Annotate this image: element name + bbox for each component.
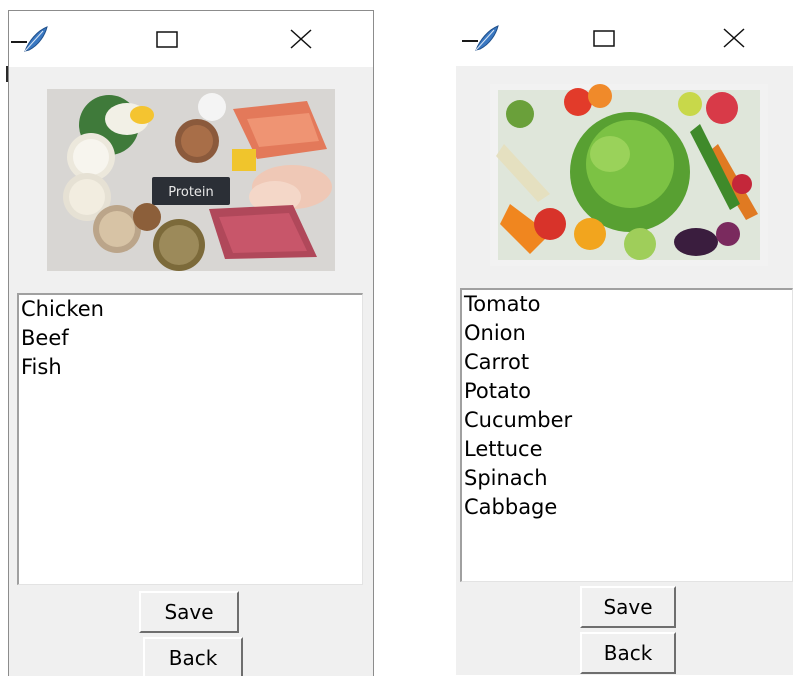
vegetables-listbox[interactable]: Tomato Onion Carrot Potato Cucumber Lett… <box>460 288 793 582</box>
list-item[interactable]: Tomato <box>462 290 792 319</box>
svg-text:Protein: Protein <box>168 185 214 200</box>
list-item[interactable]: Potato <box>462 377 792 406</box>
close-icon[interactable] <box>718 24 750 52</box>
feather-icon <box>462 25 499 51</box>
title-bar[interactable] <box>456 10 793 66</box>
save-button[interactable]: Save <box>139 591 239 633</box>
list-item[interactable]: Spinach <box>462 464 792 493</box>
list-item[interactable]: Fish <box>19 353 362 382</box>
list-item[interactable]: Cabbage <box>462 493 792 522</box>
protein-window: Protein Chicken Beef Fish Save Back <box>8 10 374 676</box>
vegetables-image <box>490 84 768 266</box>
close-icon[interactable] <box>285 25 317 53</box>
list-item[interactable]: Onion <box>462 319 792 348</box>
list-item[interactable]: Lettuce <box>462 435 792 464</box>
list-item[interactable]: Chicken <box>19 295 362 324</box>
feather-icon <box>11 26 48 52</box>
maximize-icon[interactable] <box>151 25 183 53</box>
list-item[interactable]: Carrot <box>462 348 792 377</box>
maximize-icon[interactable] <box>588 24 620 52</box>
back-button[interactable]: Back <box>580 632 676 674</box>
protein-listbox[interactable]: Chicken Beef Fish <box>17 293 363 585</box>
list-item[interactable]: Beef <box>19 324 362 353</box>
title-bar[interactable] <box>9 11 373 67</box>
back-button[interactable]: Back <box>143 637 243 676</box>
save-button[interactable]: Save <box>580 586 676 628</box>
list-item[interactable]: Cucumber <box>462 406 792 435</box>
protein-foods-image: Protein <box>47 89 335 271</box>
vegetables-window: Tomato Onion Carrot Potato Cucumber Lett… <box>456 10 793 675</box>
